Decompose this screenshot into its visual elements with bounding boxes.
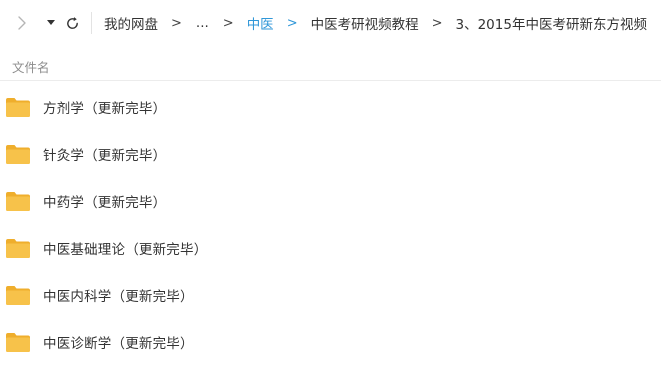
folder-row[interactable]: 方剂学（更新完毕） [0, 84, 661, 130]
back-button[interactable] [15, 13, 29, 33]
toolbar-divider [91, 12, 92, 34]
folder-icon [6, 332, 30, 352]
folder-row[interactable]: 中医诊断学（更新完毕） [0, 319, 661, 365]
folder-name[interactable]: 中药学（更新完毕） [43, 191, 166, 211]
refresh-icon [66, 16, 78, 29]
folder-icon [6, 97, 30, 117]
breadcrumb-separator: > [171, 15, 182, 31]
folder-row[interactable]: 中医基础理论（更新完毕） [0, 225, 661, 271]
folder-icon [6, 144, 30, 164]
breadcrumb-item-ellipsis[interactable]: ... [195, 15, 210, 31]
breadcrumb-separator: > [431, 15, 443, 31]
folder-icon [6, 191, 30, 211]
breadcrumb-item-tcm[interactable]: 中医 [247, 13, 274, 33]
breadcrumb-item-current-folder[interactable]: 3、2015年中医考研新东方视频 [456, 13, 647, 33]
folder-name[interactable]: 中医诊断学（更新完毕） [43, 332, 194, 352]
breadcrumb-separator: > [286, 15, 298, 31]
column-header-filename[interactable]: 文件名 [12, 57, 50, 76]
file-list-header: 文件名 [0, 52, 661, 81]
breadcrumb: 我的网盘 > ... > 中医 > 中医考研视频教程 > 3、2015年中医考研… [104, 13, 647, 33]
folder-row[interactable]: 中药学（更新完毕） [0, 178, 661, 224]
navigation-bar: 我的网盘 > ... > 中医 > 中医考研视频教程 > 3、2015年中医考研… [0, 0, 661, 46]
caret-down-icon [47, 20, 55, 25]
breadcrumb-item-video-course[interactable]: 中医考研视频教程 [311, 13, 419, 33]
folder-row[interactable]: 针灸学（更新完毕） [0, 131, 661, 177]
folder-row[interactable]: 中医内科学（更新完毕） [0, 272, 661, 318]
folder-name[interactable]: 中医内科学（更新完毕） [43, 285, 194, 305]
folder-icon [6, 238, 30, 258]
folder-name[interactable]: 针灸学（更新完毕） [43, 144, 166, 164]
breadcrumb-item-my-disk[interactable]: 我的网盘 [104, 13, 158, 33]
folder-name[interactable]: 中医基础理论（更新完毕） [43, 238, 207, 258]
chevron-right-icon [18, 16, 26, 30]
folder-icon [6, 285, 30, 305]
refresh-button[interactable] [64, 13, 80, 33]
breadcrumb-separator: > [222, 15, 234, 31]
folder-name[interactable]: 方剂学（更新完毕） [43, 97, 166, 117]
history-dropdown-button[interactable] [46, 13, 56, 33]
